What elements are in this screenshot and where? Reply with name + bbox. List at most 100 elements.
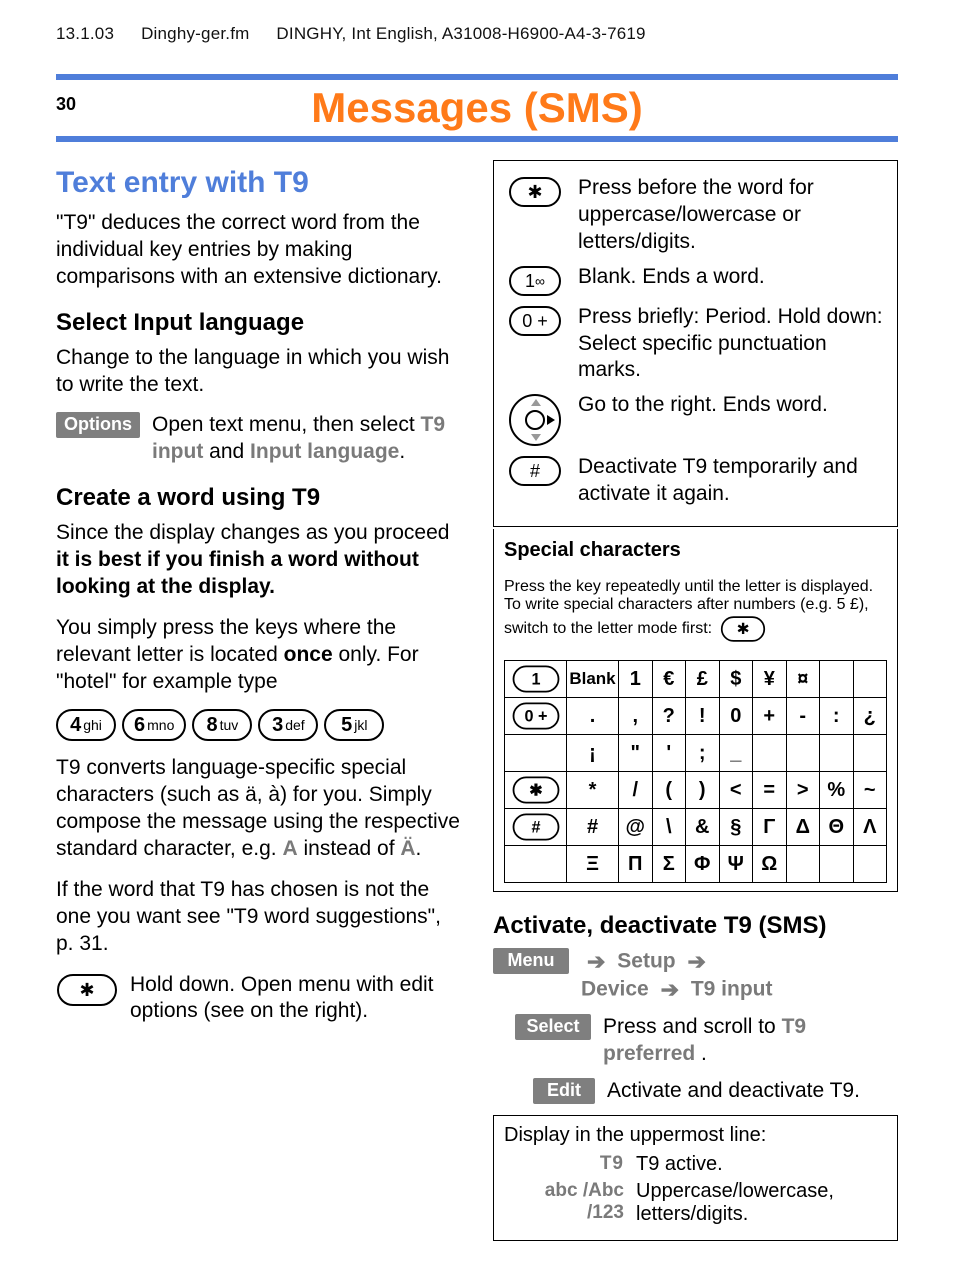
key-num: 5: [341, 715, 352, 735]
key-hash[interactable]: #: [509, 456, 561, 486]
menu-t9-input: T9 input: [691, 978, 773, 1001]
key-8-tuv[interactable]: 8tuv: [192, 709, 252, 741]
table-cell: ;: [686, 735, 720, 772]
select-row: Select Press and scroll to T9 preferred …: [493, 1014, 898, 1068]
header-date: 13.1.03: [56, 24, 114, 43]
table-cell: Λ: [853, 809, 887, 846]
table-cell: £: [686, 661, 720, 698]
table-cell: ?: [652, 698, 686, 735]
one-sub: ∞: [535, 274, 545, 288]
display-row-abc: abc /Abc /123 Uppercase/lowercase, lette…: [504, 1180, 887, 1226]
convert-paragraph: T9 converts language-specific special ch…: [56, 755, 461, 863]
special-characters-body: Press the key repeatedly until the lette…: [504, 578, 887, 644]
table-cell: ¡: [567, 735, 619, 772]
table-cell: \: [652, 809, 686, 846]
display-row-t9: T9 T9 active.: [504, 1153, 887, 1176]
key-star[interactable]: ✱: [509, 177, 561, 207]
table-row: 0 +.,?!0+-:¿: [505, 698, 887, 735]
arrow-right-icon: ➔: [587, 949, 605, 974]
display-title: Display in the uppermost line:: [504, 1124, 887, 1147]
key-functions-box: ✱ Press before the word for uppercase/lo…: [493, 160, 898, 527]
key-1[interactable]: 1∞: [509, 266, 561, 296]
table-cell: [853, 846, 887, 883]
key-star-inline[interactable]: ✱: [720, 616, 764, 642]
table-cell: _: [719, 735, 753, 772]
display-value-t9: T9 active.: [636, 1153, 887, 1176]
edit-text: Activate and deactivate T9.: [607, 1078, 860, 1105]
special-characters-table: 1Blank1€£$¥¤0 +.,?!0+-:¿¡"';_✱*/()<=>%~#…: [504, 660, 887, 883]
menu-setup: Setup: [617, 950, 675, 973]
left-column: Text entry with T9 "T9" deduces the corr…: [56, 160, 461, 1241]
key-num: 4: [70, 715, 81, 735]
table-cell: Ψ: [719, 846, 753, 883]
key-sub: mno: [147, 718, 174, 732]
table-cell: ¤: [786, 661, 820, 698]
table-cell: [753, 735, 787, 772]
softkey-edit[interactable]: Edit: [533, 1078, 595, 1104]
menu-device: Device: [581, 978, 649, 1001]
table-cell: :: [820, 698, 854, 735]
key-4-ghi[interactable]: 4ghi: [56, 709, 116, 741]
chapter-title: Messages (SMS): [56, 80, 898, 136]
key-6-mno[interactable]: 6mno: [122, 709, 186, 741]
table-cell: [853, 661, 887, 698]
key-num: 6: [134, 715, 145, 735]
subheading-create-word: Create a word using T9: [56, 484, 461, 512]
options-text-pre: Open text menu, then select: [152, 413, 421, 436]
table-cell: !: [686, 698, 720, 735]
key-0[interactable]: 0 +: [509, 306, 561, 336]
table-cell: §: [719, 809, 753, 846]
table-key-cell: 1: [505, 661, 567, 698]
table-key[interactable]: #: [512, 814, 559, 841]
section-heading-t9: Text entry with T9: [56, 166, 461, 200]
table-cell: ¥: [753, 661, 787, 698]
special-characters-title: Special characters: [504, 539, 887, 562]
table-cell: Θ: [820, 809, 854, 846]
table-key[interactable]: ✱: [512, 777, 559, 804]
table-key[interactable]: 1: [512, 666, 559, 693]
subheading-select-language: Select Input language: [56, 309, 461, 337]
special-characters-tbody: 1Blank1€£$¥¤0 +.,?!0+-:¿¡"';_✱*/()<=>%~#…: [505, 661, 887, 883]
table-cell: €: [652, 661, 686, 698]
table-row: ΞΠΣΦΨΩ: [505, 846, 887, 883]
key-5-jkl[interactable]: 5jkl: [324, 709, 384, 741]
table-cell: -: [786, 698, 820, 735]
softkey-select[interactable]: Select: [515, 1014, 591, 1040]
softkey-options[interactable]: Options: [56, 412, 140, 438]
select-text: Press and scroll to T9 preferred .: [603, 1014, 898, 1068]
table-key-cell: [505, 846, 567, 883]
table-cell: =: [753, 772, 787, 809]
table-cell: Φ: [686, 846, 720, 883]
key-star[interactable]: ✱: [57, 974, 117, 1006]
key-sequence: 4ghi 6mno 8tuv 3def 5jkl: [56, 709, 461, 741]
table-cell: (: [652, 772, 686, 809]
key-glyph-icon: 1: [531, 671, 540, 687]
key-star-icon-wrap: ✱: [56, 974, 118, 1006]
table-key-cell: ✱: [505, 772, 567, 809]
nav-right-key[interactable]: [509, 394, 561, 446]
options-description: Open text menu, then select T9 input and…: [152, 412, 461, 466]
star-icon: ✱: [79, 981, 94, 999]
softkey-menu[interactable]: Menu: [493, 948, 569, 974]
special-characters-box: Special characters Press the key repeate…: [493, 529, 898, 892]
chevron-down-icon: [531, 434, 541, 441]
select-text-post: .: [701, 1042, 707, 1065]
menu-path-row: Menu ➔ Setup ➔ Device ➔ T9 input: [493, 948, 898, 1004]
table-key[interactable]: 0 +: [512, 703, 559, 730]
star-icon: ✱: [736, 621, 749, 636]
table-cell: *: [567, 772, 619, 809]
table-cell: [820, 846, 854, 883]
key-num: 8: [206, 715, 217, 735]
columns: Text entry with T9 "T9" deduces the corr…: [56, 160, 898, 1241]
running-header: 13.1.03 Dinghy-ger.fm DINGHY, Int Englis…: [56, 24, 898, 44]
table-cell: .: [567, 698, 619, 735]
table-cell: +: [753, 698, 787, 735]
key-sub: def: [285, 718, 304, 732]
star-icon: ✱: [527, 183, 542, 201]
table-key-cell: [505, 735, 567, 772]
table-cell: [853, 735, 887, 772]
key-3-def[interactable]: 3def: [258, 709, 318, 741]
key-fn-nav-text: Go to the right. Ends word.: [578, 392, 887, 419]
options-text-input-language: Input language: [250, 440, 399, 463]
zero-icon: 0 +: [522, 312, 548, 330]
